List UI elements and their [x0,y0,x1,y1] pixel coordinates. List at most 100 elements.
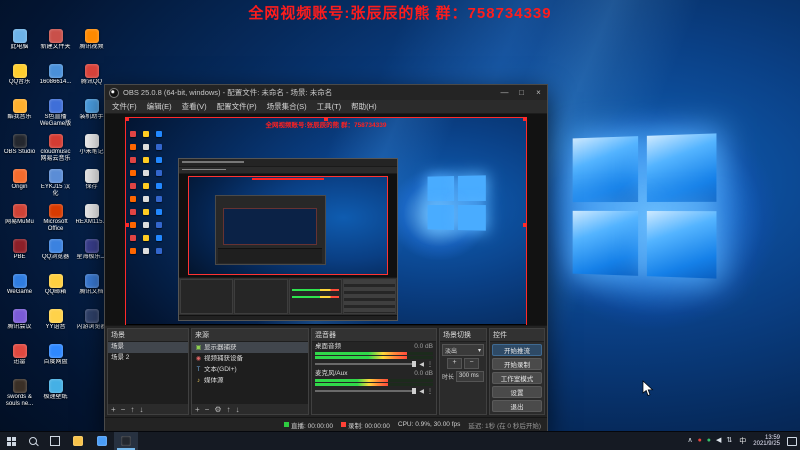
mixer-channel-header: 桌面音频 0.0 dB [315,343,433,351]
source-properties-icon[interactable]: ⚙ [214,405,221,414]
desktop-icon[interactable]: swords & souls ne... [3,378,36,412]
menu-item[interactable]: 场景集合(S) [262,101,312,112]
source-item[interactable]: ▣ 显示器捕获 [192,342,308,353]
tray-expand-icon[interactable]: ∧ [687,432,692,450]
desktop-icon[interactable]: 腾讯会议 [3,308,36,342]
ime-indicator[interactable]: 中 [736,436,749,446]
channel-options-icon[interactable]: ⋮ [427,361,433,368]
task-view-button[interactable] [44,432,66,450]
control-button[interactable]: 开始推流 [492,344,542,356]
menu-item[interactable]: 帮助(H) [346,101,381,112]
volume-icon[interactable]: ◀ [716,432,721,450]
desktop-icon[interactable]: 百度网盘 [39,343,72,377]
source-item[interactable]: ♪ 媒体源 [192,375,308,386]
add-transition-icon[interactable]: + [447,358,462,369]
nested-obs-statusbar [179,315,397,320]
volume-slider[interactable] [315,361,417,367]
volume-slider-handle[interactable] [412,388,417,394]
obs-window: OBS 25.0.8 (64-bit, windows) - 配置文件: 未命名… [104,84,548,432]
maximize-icon[interactable]: □ [513,85,530,100]
obs-taskbar-icon[interactable] [114,432,138,450]
control-button[interactable]: 开始录制 [492,358,542,370]
desktop-icon[interactable]: 网易MuMu [3,203,36,237]
menu-item[interactable]: 文件(F) [107,101,142,112]
scene-item[interactable]: 场景 [108,342,188,353]
desktop-icon[interactable]: YY语音 [39,308,72,342]
control-button[interactable]: 退出 [492,400,542,412]
desktop-icon[interactable]: WeGame [3,273,36,307]
selection-handle[interactable] [523,222,526,227]
display-capture-source[interactable]: 全网视频账号:张辰辰的熊 群：758734339 [125,117,527,325]
app-icon [48,169,63,183]
desktop-icon[interactable]: QQ浏览器 [39,238,72,272]
desktop-icon[interactable]: QQ音乐 [3,63,36,97]
sources-panel-title: 来源 [192,329,308,342]
desktop-icon[interactable]: 极速壁纸 [39,378,72,412]
desktop-icon[interactable]: OBS Studio [3,133,36,167]
desktop-icon[interactable]: cloudmusic 网易云音乐 [39,133,72,167]
desktop-icon[interactable]: 酷我音乐 [3,98,36,132]
desktop-icon[interactable]: 腾讯视频 [75,28,108,62]
selection-handle[interactable] [523,118,526,121]
volume-slider-handle[interactable] [412,361,417,367]
desktop-icon[interactable]: 此电脑 [3,28,36,62]
tray-green-icon[interactable]: ● [707,432,711,450]
add-scene-icon[interactable]: + [111,405,116,414]
minimize-icon[interactable]: — [496,85,513,100]
desktop-icon[interactable]: 16086614... [39,63,72,97]
desktop-icon[interactable]: 新建文件夹 [39,28,72,62]
network-icon[interactable]: ⇅ [726,432,732,450]
scene-down-icon[interactable]: ↓ [139,405,143,414]
speaker-icon[interactable]: ◀ [419,361,424,368]
app-icon [84,204,99,218]
scene-item[interactable]: 场景 2 [108,353,188,364]
remove-scene-icon[interactable]: − [121,405,126,414]
volume-slider[interactable] [315,388,417,394]
search-button[interactable] [22,432,44,450]
channel-options-icon[interactable]: ⋮ [427,388,433,395]
remove-transition-icon[interactable]: − [464,358,479,369]
scene-up-icon[interactable]: ↑ [130,405,134,414]
nested-controls-panel [342,279,396,314]
app-icon [48,29,63,43]
menu-item[interactable]: 编辑(E) [142,101,177,112]
speaker-icon[interactable]: ◀ [419,388,424,395]
menu-item[interactable]: 配置文件(P) [212,101,262,112]
taskbar-clock[interactable]: 13:59 2021/9/25 [749,435,784,448]
obs-titlebar[interactable]: OBS 25.0.8 (64-bit, windows) - 配置文件: 未命名… [105,85,547,100]
desktop-icon[interactable]: 迅雷 [3,343,36,377]
transition-select[interactable]: 淡出 ▾ [442,344,484,356]
add-source-icon[interactable]: + [195,405,200,414]
desktop-icon[interactable]: QQ邮箱 [39,273,72,307]
desktop-icon[interactable]: S色直播 WeGame版 [39,98,72,132]
selection-handle[interactable] [126,222,129,227]
nested-display-capture [188,176,388,275]
control-button[interactable]: 工作室模式 [492,372,542,384]
file-explorer-icon[interactable] [66,432,90,450]
app-icon [84,64,99,78]
browser-icon[interactable] [90,432,114,450]
remove-source-icon[interactable]: − [205,405,210,414]
source-item[interactable]: T 文本(GDI+) [192,364,308,375]
desktop-icon[interactable]: PBE [3,238,36,272]
source-item[interactable]: ◉ 视频捕获设备 [192,353,308,364]
source-up-icon[interactable]: ↑ [227,405,231,414]
app-icon [12,274,27,288]
duration-spinner[interactable]: 300 ms [456,371,484,382]
start-button[interactable] [0,432,22,450]
menu-item[interactable]: 工具(T) [312,101,347,112]
action-center-button[interactable] [784,432,800,450]
selection-handle[interactable] [324,118,328,121]
close-icon[interactable]: × [530,85,547,100]
obs-preview[interactable]: 全网视频账号:张辰辰的熊 群：758734339 [105,114,547,325]
control-button[interactable]: 设置 [492,386,542,398]
source-down-icon[interactable]: ↓ [236,405,240,414]
scenes-panel-title: 场景 [108,329,188,342]
window-buttons: — □ × [496,85,547,100]
desktop-icon[interactable]: Microsoft Office [39,203,72,237]
tray-qq-icon[interactable]: ● [698,432,702,450]
menu-item[interactable]: 查看(V) [177,101,212,112]
desktop-icon[interactable]: Origin [3,168,36,202]
desktop-icon[interactable]: EYKJ15 汉化 [39,168,72,202]
selection-handle[interactable] [126,118,129,121]
